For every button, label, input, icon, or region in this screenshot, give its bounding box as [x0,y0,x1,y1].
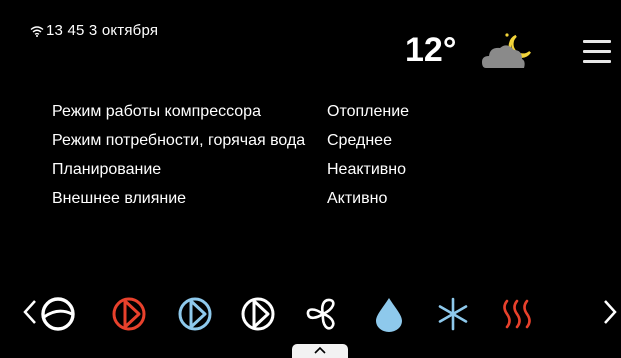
heat-waves-icon[interactable] [498,295,536,333]
chevron-left-icon[interactable] [20,296,40,328]
info-value: Отопление [327,103,410,120]
compressor-icon[interactable] [39,295,77,333]
status-bar: 13 45 3 октября [30,22,158,39]
info-value: Неактивно [327,161,407,178]
fan-icon[interactable] [304,295,342,333]
chevron-right-icon[interactable] [600,296,620,328]
outdoor-temperature: 12° [405,31,457,69]
screen: 13 45 3 октября 12° Режим работы компрес… [0,0,621,358]
info-label: Внешнее влияние [52,190,187,207]
cooling-snowflake-icon[interactable] [434,295,472,333]
hamburger-menu-icon[interactable] [583,40,611,66]
info-label: Планирование [52,161,162,178]
operating-mode-icon[interactable] [239,295,277,333]
water-drop-icon[interactable] [370,295,408,333]
chevron-up-icon [314,346,326,354]
hot-water-mode-icon[interactable] [176,295,214,333]
time-date: 13 45 3 октября [46,22,159,39]
info-value: Среднее [327,132,392,149]
info-label: Режим работы компрессора [52,103,261,120]
info-value: Активно [327,190,388,207]
info-label: Режим потребности, горячая вода [52,132,306,149]
partly-cloudy-night-icon [480,30,536,72]
wifi-icon [30,25,44,37]
heating-mode-icon[interactable] [110,295,148,333]
